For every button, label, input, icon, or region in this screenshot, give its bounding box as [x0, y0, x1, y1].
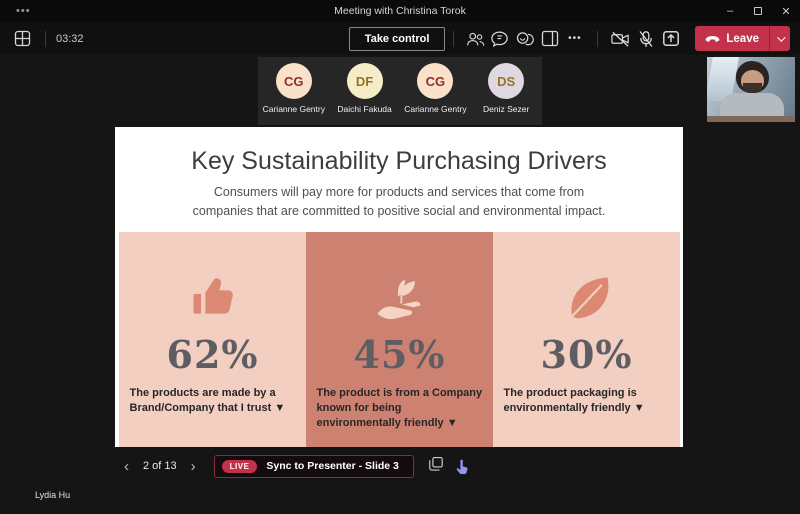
slide-subtitle-line2: companies that are committed to positive… — [115, 202, 683, 221]
window-title: Meeting with Christina Torok — [0, 5, 800, 17]
divider — [453, 31, 454, 47]
window-controls: – ✕ — [716, 0, 800, 22]
meeting-timer: 03:32 — [56, 33, 84, 45]
participant-name: Deniz Sezer — [471, 104, 541, 114]
deck-controls: ‹ 2 of 13 › LIVE Sync to Presenter - Sli… — [118, 453, 471, 479]
slide-subtitle-line1: Consumers will pay more for products and… — [115, 183, 683, 202]
participant-tile[interactable]: DS Deniz Sezer — [471, 63, 541, 114]
driver-description: The products are made by a Brand/Company… — [130, 386, 296, 416]
driver-percent: 62% — [119, 332, 306, 377]
leaf-icon — [493, 262, 680, 324]
gallery-grid-icon[interactable] — [10, 26, 35, 51]
avatar: CG — [276, 63, 312, 99]
participant-tile[interactable]: DF Daichi Fakuda — [330, 63, 400, 114]
driver-percent: 30% — [493, 332, 680, 377]
meeting-toolbar: 03:32 Take control ••• Leave — [0, 22, 800, 55]
hand-plant-icon — [306, 262, 493, 324]
shared-slide: Key Sustainability Purchasing Drivers Co… — [115, 127, 683, 447]
driver-column-company: 45% The product is from a Company known … — [306, 232, 493, 447]
minimize-button[interactable]: – — [716, 0, 744, 22]
avatar: DS — [488, 63, 524, 99]
thumbs-up-icon — [119, 262, 306, 324]
leave-options-button[interactable] — [769, 26, 790, 51]
participant-tile[interactable]: CG Carianne Gentry — [400, 63, 470, 114]
driver-percent: 45% — [306, 332, 493, 377]
avatar: DF — [347, 63, 383, 99]
pointer-hand-cursor-icon — [454, 458, 471, 482]
participant-tile[interactable]: CG Carianne Gentry — [259, 63, 329, 114]
slide-title: Key Sustainability Purchasing Drivers — [115, 147, 683, 176]
close-button[interactable]: ✕ — [772, 0, 800, 22]
slide-columns: 62% The products are made by a Brand/Com… — [119, 232, 680, 447]
leave-button-label: Leave — [726, 33, 759, 45]
driver-column-trust: 62% The products are made by a Brand/Com… — [119, 232, 306, 447]
participant-name: Carianne Gentry — [400, 104, 470, 114]
presenter-name: Lydia Hu — [35, 490, 70, 500]
avatar: CG — [417, 63, 453, 99]
participants-strip: CG Carianne Gentry DF Daichi Fakuda CG C… — [258, 57, 542, 125]
driver-description: The product packaging is environmentally… — [504, 386, 670, 416]
chat-icon[interactable] — [487, 26, 512, 51]
video-thumbnail[interactable] — [707, 57, 795, 122]
participant-name: Carianne Gentry — [259, 104, 329, 114]
leave-button-main[interactable]: Leave — [695, 26, 769, 51]
more-options-icon[interactable]: ••• — [562, 26, 587, 51]
reactions-icon[interactable] — [512, 26, 537, 51]
slide-subtitle: Consumers will pay more for products and… — [115, 183, 683, 221]
driver-column-packaging: 30% The product packaging is environment… — [493, 232, 680, 447]
video-person-beard — [743, 83, 762, 93]
participant-name: Daichi Fakuda — [330, 104, 400, 114]
leave-button[interactable]: Leave — [695, 26, 790, 51]
mic-off-icon[interactable] — [633, 26, 658, 51]
hangup-phone-icon — [705, 35, 720, 43]
maximize-icon — [754, 7, 762, 15]
driver-description: The product is from a Company known for … — [317, 386, 483, 431]
chevron-down-icon — [777, 33, 785, 41]
window-titlebar: Meeting with Christina Torok ••• – ✕ — [0, 0, 800, 22]
breakout-rooms-icon[interactable] — [537, 26, 562, 51]
video-desk — [707, 116, 795, 122]
sync-to-presenter-button[interactable]: LIVE Sync to Presenter - Slide 3 — [214, 455, 414, 478]
divider — [597, 31, 598, 47]
take-control-button[interactable]: Take control — [349, 27, 446, 51]
participants-icon[interactable] — [462, 26, 487, 51]
sync-to-presenter-label: Sync to Presenter - Slide 3 — [266, 460, 398, 472]
next-slide-button[interactable]: › — [185, 459, 202, 474]
share-tray-icon[interactable] — [658, 26, 683, 51]
copy-slides-icon[interactable] — [428, 456, 444, 477]
previous-slide-button[interactable]: ‹ — [118, 459, 135, 474]
maximize-button[interactable] — [744, 0, 772, 22]
camera-off-icon[interactable] — [608, 26, 633, 51]
divider — [45, 31, 46, 47]
live-badge: LIVE — [222, 460, 258, 473]
meeting-stage: CG Carianne Gentry DF Daichi Fakuda CG C… — [0, 55, 800, 514]
slide-pager: 2 of 13 — [135, 460, 185, 472]
